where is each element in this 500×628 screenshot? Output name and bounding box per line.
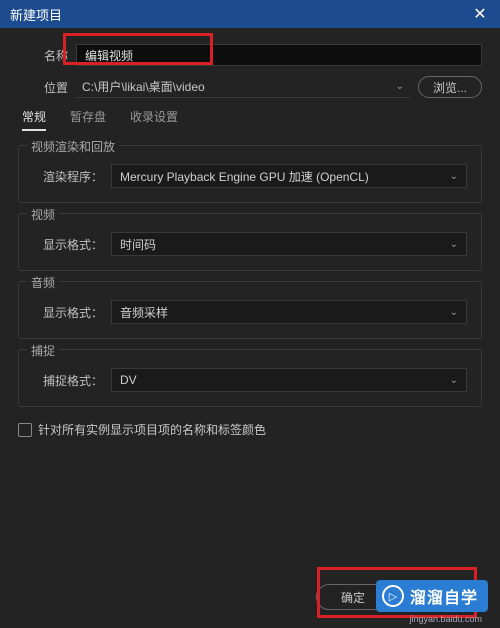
dialog-title: 新建项目 <box>10 5 62 24</box>
chevron-down-icon: ⌄ <box>450 375 458 386</box>
group-video: 视频 显示格式： 时间码 ⌄ <box>18 213 482 271</box>
close-icon[interactable]: ✕ <box>470 4 490 24</box>
checkbox-label: 针对所有实例显示项目项的名称和标签颜色 <box>38 421 266 438</box>
watermark-sub: jingyan.baidu.com <box>409 614 482 624</box>
chevron-down-icon: ⌄ <box>450 239 458 250</box>
chevron-down-icon: ⌄ <box>450 307 458 318</box>
renderer-value: Mercury Playback Engine GPU 加速 (OpenCL) <box>120 168 369 185</box>
renderer-label: 渲染程序： <box>33 168 103 185</box>
group-audio: 音频 显示格式： 音频采样 ⌄ <box>18 281 482 339</box>
tabs: 常规 暂存盘 收录设置 <box>18 108 482 131</box>
name-input[interactable] <box>76 44 482 66</box>
location-label: 位置 <box>18 79 68 96</box>
video-format-select[interactable]: 时间码 ⌄ <box>111 232 467 256</box>
chevron-down-icon: ⌄ <box>396 81 404 92</box>
tab-general[interactable]: 常规 <box>22 108 46 131</box>
capture-format-label: 捕捉格式： <box>33 372 103 389</box>
audio-format-label: 显示格式： <box>33 304 103 321</box>
name-row: 名称 <box>18 44 482 66</box>
show-names-checkbox-row[interactable]: 针对所有实例显示项目项的名称和标签颜色 <box>18 421 482 438</box>
video-format-label: 显示格式： <box>33 236 103 253</box>
capture-format-value: DV <box>120 373 137 387</box>
location-dropdown[interactable]: C:\用户\likai\桌面\video ⌄ <box>76 76 410 98</box>
location-value: C:\用户\likai\桌面\video <box>82 78 205 95</box>
titlebar: 新建项目 ✕ <box>0 0 500 28</box>
audio-format-select[interactable]: 音频采样 ⌄ <box>111 300 467 324</box>
name-label: 名称 <box>18 47 68 64</box>
browse-button[interactable]: 浏览... <box>418 76 482 98</box>
group-video-title: 视频 <box>27 206 59 223</box>
group-audio-title: 音频 <box>27 274 59 291</box>
renderer-select[interactable]: Mercury Playback Engine GPU 加速 (OpenCL) … <box>111 164 467 188</box>
dialog-content: 名称 位置 C:\用户\likai\桌面\video ⌄ 浏览... 常规 暂存… <box>0 28 500 438</box>
group-capture: 捕捉 捕捉格式： DV ⌄ <box>18 349 482 407</box>
watermark-badge: ▷ 溜溜自学 <box>376 580 488 612</box>
tab-scratch[interactable]: 暂存盘 <box>70 108 106 131</box>
audio-format-value: 音频采样 <box>120 304 168 321</box>
group-render-title: 视频渲染和回放 <box>27 138 119 155</box>
checkbox-icon[interactable] <box>18 423 32 437</box>
play-icon: ▷ <box>382 585 404 607</box>
chevron-down-icon: ⌄ <box>450 171 458 182</box>
group-render: 视频渲染和回放 渲染程序： Mercury Playback Engine GP… <box>18 145 482 203</box>
watermark-text: 溜溜自学 <box>410 584 478 608</box>
tab-ingest[interactable]: 收录设置 <box>130 108 178 131</box>
location-row: 位置 C:\用户\likai\桌面\video ⌄ 浏览... <box>18 76 482 98</box>
video-format-value: 时间码 <box>120 236 156 253</box>
group-capture-title: 捕捉 <box>27 342 59 359</box>
capture-format-select[interactable]: DV ⌄ <box>111 368 467 392</box>
